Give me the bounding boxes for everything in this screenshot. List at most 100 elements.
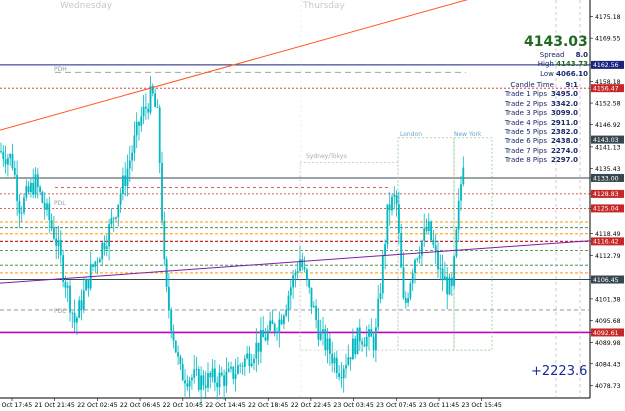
candle-body xyxy=(423,228,426,241)
candle xyxy=(453,254,455,290)
trade-value: 3099.0 xyxy=(550,109,578,118)
candle-body xyxy=(117,204,120,218)
candle-body xyxy=(122,175,124,194)
candle-body xyxy=(379,293,382,299)
candle-body xyxy=(398,204,400,233)
candle-body xyxy=(124,175,127,186)
candle-body xyxy=(115,217,117,219)
price-tag-label: 4133.00 xyxy=(593,175,619,182)
trade-row: Trade 3 Pips 3099.0 xyxy=(496,109,578,118)
candle-time-value: 9:1 xyxy=(565,81,578,89)
candle-body xyxy=(262,330,265,338)
candle-body xyxy=(278,319,281,334)
candle-body xyxy=(202,375,205,386)
candle-body xyxy=(432,239,435,246)
candle-body xyxy=(289,287,292,296)
candle-body xyxy=(404,298,407,303)
candle-body xyxy=(391,196,393,211)
candle-body xyxy=(400,232,403,268)
day-label-wednesday: Wednesday xyxy=(60,1,113,11)
candle-body xyxy=(82,290,85,310)
candle xyxy=(381,250,384,300)
candle-body xyxy=(368,329,370,337)
candle-body xyxy=(296,270,299,274)
candle-body xyxy=(200,375,202,390)
high-label: High xyxy=(537,60,554,68)
pdh-label: PDH xyxy=(54,66,67,73)
candle-body xyxy=(223,375,225,386)
candle-body xyxy=(218,372,221,388)
candle-body xyxy=(409,283,412,298)
candle-body xyxy=(312,305,315,308)
candle-body xyxy=(354,338,357,355)
candle-body xyxy=(209,373,212,378)
candle xyxy=(174,340,177,354)
candle-body xyxy=(131,152,133,161)
candle-body xyxy=(257,342,260,352)
candle xyxy=(165,256,168,293)
candle-body xyxy=(266,330,269,341)
candle-body xyxy=(416,258,419,260)
candle-body xyxy=(135,121,138,136)
candle-body xyxy=(361,341,363,345)
candle-body xyxy=(145,106,147,109)
price-chart[interactable]: 4175.184169.554162.564158.184152.584146.… xyxy=(0,0,625,411)
candle-body xyxy=(147,108,150,113)
price-tick-label: 4175.18 xyxy=(595,14,621,21)
candle-body xyxy=(204,385,207,388)
trade-label: Trade 5 Pips xyxy=(504,127,547,136)
candle-body xyxy=(310,287,313,308)
trade-row: Trade 2 Pips 3342.0 xyxy=(496,100,578,109)
candle-body xyxy=(326,338,329,351)
candle-body xyxy=(395,194,398,205)
candle-body xyxy=(179,356,182,365)
candle-body xyxy=(276,331,278,334)
candle-body xyxy=(246,353,248,359)
candle-body xyxy=(292,275,294,288)
candle xyxy=(62,250,64,288)
candle-body xyxy=(220,372,223,376)
candle-time-label: Candle Time xyxy=(510,81,554,89)
trade-label: Trade 4 Pips xyxy=(504,118,547,127)
candle-body xyxy=(430,221,432,240)
trade-label: Trade 3 Pips xyxy=(504,109,547,118)
candle-body xyxy=(324,329,327,351)
candle-body xyxy=(112,218,115,219)
low-label: Low xyxy=(540,70,554,78)
candle-body xyxy=(64,281,67,288)
trade-value: 3342.0 xyxy=(550,99,578,108)
candle-body xyxy=(165,259,168,287)
candle-body xyxy=(234,373,237,379)
candle-body xyxy=(315,305,317,320)
candle-body xyxy=(349,357,352,360)
price-tick-label: 4084.43 xyxy=(595,361,621,368)
time-tick-label: 21 Oct 21:45 xyxy=(35,402,75,409)
candle-body xyxy=(59,239,62,256)
candle-body xyxy=(80,300,83,310)
candle-body xyxy=(239,365,242,367)
candle-body xyxy=(27,186,30,193)
candle-body xyxy=(283,315,285,325)
profit-display: +2223.6 xyxy=(531,364,588,379)
candle-body xyxy=(377,298,380,328)
candle-body xyxy=(69,285,71,313)
candle-body xyxy=(41,191,44,203)
price-tick-label: 4152.58 xyxy=(595,101,621,108)
candle xyxy=(158,104,161,174)
trade-row: Trade 5 Pips 2382.0 xyxy=(496,128,578,137)
trade-row: Trade 4 Pips 2911.0 xyxy=(496,119,578,128)
price-tag-label: 4128.83 xyxy=(593,191,619,198)
candle-body xyxy=(329,338,331,354)
candle-body xyxy=(2,152,5,160)
candle-body xyxy=(216,382,219,388)
candle-body xyxy=(163,220,166,260)
candle xyxy=(430,220,432,242)
candle-body xyxy=(427,221,430,231)
candle-body xyxy=(227,368,230,372)
candle-body xyxy=(301,259,304,268)
price-tag-label: 4106.45 xyxy=(593,277,619,284)
time-tick-label: 22 Oct 02:45 xyxy=(77,402,117,409)
candle-body xyxy=(340,377,343,379)
candle-body xyxy=(50,220,53,228)
candle-body xyxy=(154,93,156,108)
